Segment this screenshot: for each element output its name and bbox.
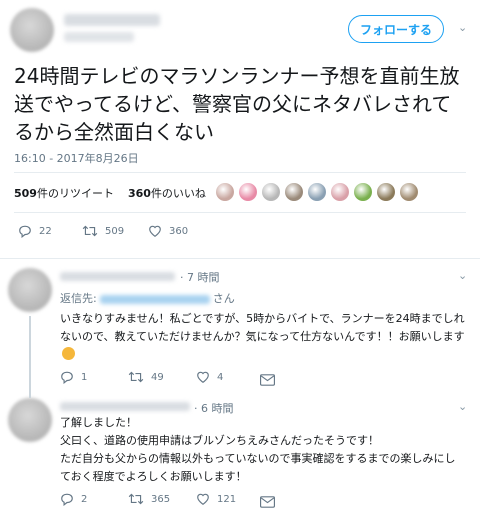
- like-action[interactable]: 360: [148, 224, 188, 238]
- reply-text-line: ただ自分も父からの情報以外もっていないので事実確認をするまでの楽しみにし: [60, 452, 456, 465]
- liker-avatar[interactable]: [239, 183, 257, 201]
- like-action[interactable]: 121: [196, 492, 236, 506]
- liker-avatar[interactable]: [331, 183, 349, 201]
- like-action[interactable]: 4: [196, 370, 223, 384]
- liker-avatar[interactable]: [400, 183, 418, 201]
- reply-time[interactable]: · 7 時間: [180, 269, 220, 285]
- retweet-action[interactable]: 509: [82, 224, 124, 238]
- author-handle[interactable]: [64, 32, 134, 42]
- reply-text-line: ておく程度でよろしくお願いします！: [60, 470, 247, 483]
- reply-author-name[interactable]: [60, 272, 175, 281]
- reply-count: 2: [81, 493, 88, 505]
- like-count: 4: [217, 371, 224, 383]
- reply-text-line: 了解しました！: [60, 416, 137, 429]
- retweet-icon: [128, 493, 144, 505]
- reply-avatar[interactable]: [8, 398, 52, 442]
- reply-author-name[interactable]: [60, 402, 190, 411]
- retweet-action[interactable]: 49: [128, 370, 164, 384]
- tweet-text: 24時間テレビのマラソンランナー予想を直前生放送でやってるけど、警察官の父にネタ…: [14, 64, 460, 144]
- chevron-down-icon[interactable]: ⌄: [458, 400, 467, 413]
- author-name[interactable]: [64, 14, 160, 26]
- retweet-icon: [82, 225, 98, 237]
- liker-avatars: [216, 183, 418, 201]
- retweet-count: 365: [151, 493, 171, 505]
- heart-icon: [197, 493, 209, 505]
- follow-button[interactable]: フォローする: [348, 15, 444, 43]
- author-avatar[interactable]: [10, 8, 54, 52]
- heart-icon: [197, 371, 209, 383]
- liker-avatar[interactable]: [377, 183, 395, 201]
- bowing-emoji-icon: [62, 347, 75, 360]
- liker-avatar[interactable]: [216, 183, 234, 201]
- liker-avatar[interactable]: [285, 183, 303, 201]
- reply-text: 了解しました！ 父曰く、道路の使用申請はブルゾンちえみさんだったそうです！ ただ…: [60, 414, 475, 486]
- reply-action[interactable]: 22: [18, 224, 52, 238]
- divider: [0, 258, 480, 259]
- reply-icon: [19, 225, 31, 238]
- liker-avatar[interactable]: [308, 183, 326, 201]
- thread-line: [29, 316, 31, 392]
- reply-text: いきなりすみません！私ごとですが、5時からバイトで、ランナーを24時までしれない…: [60, 310, 465, 364]
- like-stat[interactable]: 360件のいいね: [128, 187, 206, 200]
- mail-icon[interactable]: [260, 493, 275, 512]
- chevron-down-icon[interactable]: ⌄: [458, 21, 467, 34]
- thread-line: [29, 392, 31, 398]
- reply-count: 1: [81, 371, 88, 383]
- tweet-timestamp[interactable]: 16:10 - 2017年8月26日: [14, 150, 139, 166]
- tweet-stats: 509件のリツイート 360件のいいね: [14, 185, 206, 201]
- retweet-action[interactable]: 365: [128, 492, 170, 506]
- heart-icon: [149, 225, 161, 237]
- reply-action[interactable]: 1: [60, 370, 87, 384]
- mail-icon[interactable]: [260, 371, 275, 390]
- retweet-count: 509: [105, 225, 125, 237]
- retweet-icon: [128, 371, 144, 383]
- retweet-stat[interactable]: 509件のリツイート: [14, 187, 114, 200]
- reply-icon: [61, 493, 73, 506]
- reply-count: 22: [39, 225, 52, 237]
- reply-avatar[interactable]: [8, 268, 52, 312]
- divider: [14, 172, 466, 173]
- liker-avatar[interactable]: [354, 183, 372, 201]
- reply-action[interactable]: 2: [60, 492, 87, 506]
- like-count: 360: [169, 225, 189, 237]
- retweet-count: 49: [151, 371, 164, 383]
- reply-to-line: 返信先: さん: [60, 292, 235, 305]
- reply-to-handle[interactable]: [99, 294, 210, 304]
- chevron-down-icon[interactable]: ⌄: [458, 269, 467, 282]
- like-count: 121: [217, 493, 237, 505]
- liker-avatar[interactable]: [262, 183, 280, 201]
- reply-icon: [61, 371, 73, 384]
- reply-text-line: 父曰く、道路の使用申請はブルゾンちえみさんだったそうです！: [60, 434, 379, 447]
- divider: [14, 212, 466, 213]
